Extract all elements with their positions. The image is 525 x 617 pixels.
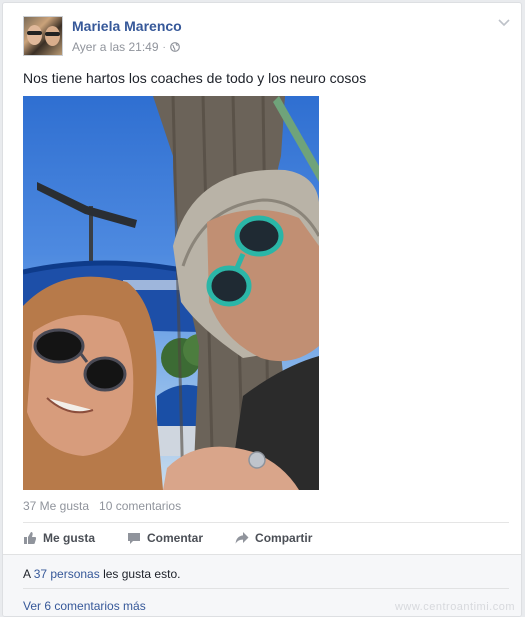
likes-prefix: A bbox=[23, 567, 34, 581]
likes-summary: A 37 personas les gusta esto. bbox=[23, 567, 180, 581]
comment-icon bbox=[128, 533, 141, 544]
divider bbox=[23, 522, 509, 523]
share-button[interactable]: Compartir bbox=[235, 529, 312, 547]
likers-link[interactable]: 37 personas bbox=[34, 567, 100, 581]
like-label: Me gusta bbox=[43, 531, 96, 545]
comment-button[interactable]: Comentar bbox=[127, 529, 203, 547]
globe-icon[interactable] bbox=[169, 42, 180, 52]
avatar[interactable] bbox=[23, 16, 63, 56]
divider bbox=[23, 588, 509, 589]
separator-dot: · bbox=[162, 41, 166, 53]
share-icon bbox=[235, 532, 249, 544]
thumbs-up-icon bbox=[24, 532, 37, 544]
post-meta: Mariela Marenco Ayer a las 21:49 · bbox=[72, 16, 182, 58]
view-more-comments-link[interactable]: Ver 6 comentarios más bbox=[23, 599, 146, 613]
share-label: Compartir bbox=[255, 531, 313, 545]
post-photo[interactable] bbox=[23, 96, 319, 490]
likes-count[interactable]: 37 Me gusta bbox=[23, 499, 89, 513]
author-name[interactable]: Mariela Marenco bbox=[72, 18, 182, 34]
comments-count[interactable]: 10 comentarios bbox=[99, 499, 181, 513]
watermark: www.centroantimi.com bbox=[394, 601, 515, 613]
post-footer: A 37 personas les gusta esto. Ver 6 come… bbox=[3, 554, 521, 616]
post-text: Nos tiene hartos los coaches de todo y l… bbox=[23, 70, 367, 86]
action-bar: Me gusta Comentar Compartir bbox=[23, 529, 344, 547]
post-card: Mariela Marenco Ayer a las 21:49 · Nos t… bbox=[2, 2, 522, 617]
post-stats: 37 Me gusta 10 comentarios bbox=[23, 499, 181, 513]
likes-suffix: les gusta esto. bbox=[99, 567, 181, 581]
post-header: Mariela Marenco Ayer a las 21:49 · bbox=[23, 16, 182, 58]
post-subline: Ayer a las 21:49 · bbox=[72, 40, 182, 54]
comment-label: Comentar bbox=[147, 531, 204, 545]
like-button[interactable]: Me gusta bbox=[23, 529, 95, 547]
post-timestamp[interactable]: Ayer a las 21:49 bbox=[72, 40, 159, 54]
chevron-down-icon[interactable] bbox=[497, 17, 511, 29]
